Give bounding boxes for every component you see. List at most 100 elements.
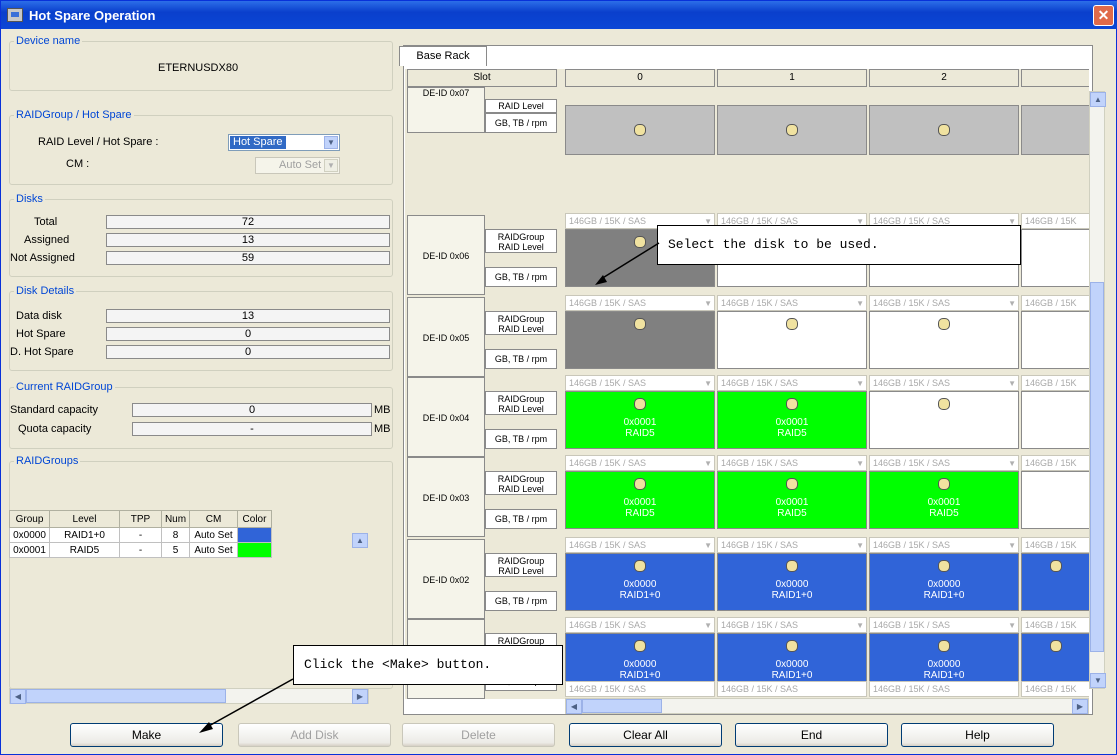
capacity-select[interactable]: 146GB / 15K / SAS	[717, 681, 867, 697]
cm-select[interactable]: Auto Set ▼	[255, 157, 340, 174]
disk-slot[interactable]	[717, 311, 867, 369]
capacity-select[interactable]: 146GB / 15K / SAS ▼	[869, 617, 1019, 633]
capacity-select[interactable]: 146GB / 15K	[1021, 375, 1089, 391]
disk-slot[interactable]: 0x0000 RAID1+0	[869, 553, 1019, 611]
scroll-thumb[interactable]	[26, 689, 226, 703]
table-row[interactable]: 0x0001 RAID5 - 5 Auto Set	[9, 542, 272, 558]
disk-slot[interactable]	[869, 105, 1019, 155]
disk-slot[interactable]: 0x0001 RAID5	[717, 391, 867, 449]
disk-slot[interactable]	[717, 105, 867, 155]
close-button[interactable]: ✕	[1093, 5, 1114, 26]
scroll-thumb[interactable]	[582, 699, 662, 713]
chevron-down-icon[interactable]: ▼	[856, 619, 864, 633]
capacity-select[interactable]: 146GB / 15K / SAS ▼	[717, 617, 867, 633]
capacity-select[interactable]: 146GB / 15K	[1021, 295, 1089, 311]
chevron-down-icon[interactable]: ▼	[704, 539, 712, 553]
capacity-select[interactable]: 146GB / 15K	[1021, 455, 1089, 471]
chevron-down-icon[interactable]: ▼	[856, 377, 864, 391]
chevron-down-icon[interactable]: ▼	[704, 297, 712, 311]
disk-slot[interactable]: 0x0000 RAID1+0	[717, 553, 867, 611]
capacity-select[interactable]: 146GB / 15K / SAS ▼	[565, 455, 715, 471]
capacity-select[interactable]: 146GB / 15K / SAS	[565, 681, 715, 697]
cell-group: 0x0000	[9, 527, 50, 543]
disk-icon	[938, 640, 950, 652]
chevron-left-icon[interactable]: ◀	[566, 699, 582, 714]
disk-slot[interactable]	[1021, 229, 1089, 287]
chevron-down-icon[interactable]: ▼	[324, 136, 338, 149]
disk-slot[interactable]: 0x0001 RAID5	[565, 391, 715, 449]
capacity-select[interactable]: 146GB / 15K	[1021, 213, 1089, 229]
capacity-select[interactable]: 146GB / 15K / SAS ▼	[565, 617, 715, 633]
disk-slot[interactable]	[869, 391, 1019, 449]
capacity-select[interactable]: 146GB / 15K / SAS ▼	[717, 375, 867, 391]
capacity-select[interactable]: 146GB / 15K / SAS ▼	[717, 537, 867, 553]
tab-base-rack[interactable]: Base Rack	[399, 46, 487, 66]
rack-horizontal-scrollbar[interactable]: ◀ ▶	[565, 698, 1089, 714]
capacity-select[interactable]: 146GB / 15K / SAS ▼	[869, 375, 1019, 391]
chevron-down-icon[interactable]: ▼	[704, 619, 712, 633]
left-panel: Device name ETERNUSDX80 RAIDGroup / Hot …	[9, 33, 393, 713]
capacity-select[interactable]: 146GB / 15K / SAS ▼	[869, 295, 1019, 311]
raidgroup-row-label: RAIDGroupRAID Level	[485, 471, 557, 495]
table-row[interactable]: 0x0000 RAID1+0 - 8 Auto Set	[9, 527, 272, 543]
disk-icon	[634, 318, 646, 330]
capacity-text: 146GB / 15K / SAS	[873, 378, 951, 388]
chevron-down-icon[interactable]: ▼	[856, 539, 864, 553]
chevron-down-icon[interactable]: ▼	[704, 457, 712, 471]
chevron-right-icon[interactable]: ▶	[352, 689, 368, 704]
disk-icon	[634, 560, 646, 572]
disk-slot[interactable]	[1021, 391, 1089, 449]
chevron-down-icon[interactable]: ▼	[1008, 619, 1016, 633]
disk-slot[interactable]	[1021, 311, 1089, 369]
scroll-thumb[interactable]	[1090, 282, 1104, 652]
capacity-select[interactable]: 146GB / 15K	[1021, 617, 1089, 633]
disk-slot[interactable]	[869, 311, 1019, 369]
capacity-select[interactable]: 146GB / 15K / SAS ▼	[869, 455, 1019, 471]
chevron-down-icon[interactable]: ▼	[704, 377, 712, 391]
capacity-select[interactable]: 146GB / 15K	[1021, 537, 1089, 553]
chevron-down-icon[interactable]: ▼	[1008, 297, 1016, 311]
chevron-up-icon[interactable]: ▲	[1090, 92, 1106, 107]
disk-slot[interactable]	[1021, 553, 1089, 611]
disk-slot[interactable]: 0x0001 RAID5	[869, 471, 1019, 529]
chevron-down-icon[interactable]: ▼	[1008, 377, 1016, 391]
capacity-select[interactable]: 146GB / 15K	[1021, 681, 1089, 697]
device-name-title: Device name	[14, 35, 83, 47]
disk-slot[interactable]: 0x0001 RAID5	[565, 471, 715, 529]
disk-slot[interactable]	[1021, 471, 1089, 529]
capacity-select[interactable]: 146GB / 15K / SAS ▼	[717, 455, 867, 471]
clear-all-button[interactable]: Clear All	[569, 723, 722, 747]
capacity-text: 146GB / 15K	[1025, 684, 1077, 694]
disk-icon	[634, 124, 646, 136]
chevron-down-icon[interactable]: ▼	[856, 297, 864, 311]
disk-slot[interactable]	[565, 311, 715, 369]
raid-level-select[interactable]: Hot Spare ▼	[228, 134, 340, 151]
capacity-select[interactable]: 146GB / 15K / SAS ▼	[565, 295, 715, 311]
chevron-left-icon[interactable]: ◀	[10, 689, 26, 704]
delete-button[interactable]: Delete	[402, 723, 555, 747]
chevron-down-icon[interactable]: ▼	[1090, 673, 1106, 688]
chevron-up-icon[interactable]: ▲	[352, 533, 368, 548]
cell-level: RAID5	[49, 542, 120, 558]
raidgroup-row-label: RAIDGroupRAID Level	[485, 311, 557, 335]
capacity-select[interactable]: 146GB / 15K / SAS ▼	[565, 537, 715, 553]
raidgroups-horizontal-scrollbar[interactable]: ◀ ▶	[9, 688, 369, 704]
disk-slot[interactable]	[1021, 105, 1089, 155]
disk-slot[interactable]: 0x0000 RAID1+0	[565, 553, 715, 611]
chevron-down-icon[interactable]: ▼	[324, 159, 338, 172]
chevron-down-icon[interactable]: ▼	[1008, 457, 1016, 471]
disk-slot[interactable]: 0x0001 RAID5	[717, 471, 867, 529]
chevron-right-icon[interactable]: ▶	[1072, 699, 1088, 714]
de-id-row-label: DE-ID 0x06	[407, 215, 485, 295]
rack-vertical-scrollbar[interactable]: ▲ ▼	[1089, 91, 1106, 689]
capacity-select[interactable]: 146GB / 15K / SAS	[869, 681, 1019, 697]
end-button[interactable]: End	[735, 723, 888, 747]
capacity-select[interactable]: 146GB / 15K / SAS ▼	[565, 375, 715, 391]
disk-slot[interactable]	[565, 105, 715, 155]
chevron-down-icon[interactable]: ▼	[856, 457, 864, 471]
capacity-select[interactable]: 146GB / 15K / SAS ▼	[717, 295, 867, 311]
capacity-select[interactable]: 146GB / 15K / SAS ▼	[869, 537, 1019, 553]
chevron-down-icon[interactable]: ▼	[1008, 539, 1016, 553]
help-button[interactable]: Help	[901, 723, 1054, 747]
quota-capacity-label: Quota capacity	[18, 423, 92, 435]
